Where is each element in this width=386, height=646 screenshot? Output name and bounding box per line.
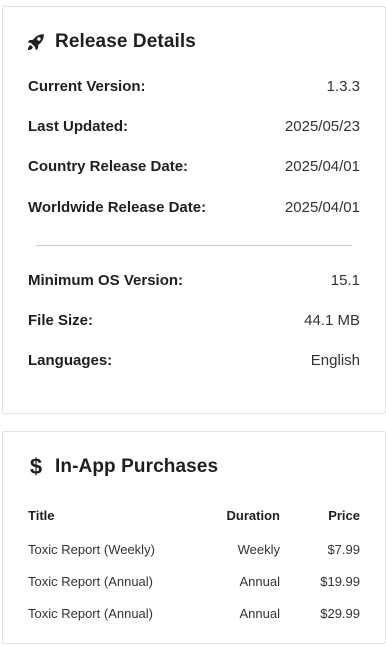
- detail-value: 2025/04/01: [284, 198, 360, 216]
- column-header-price: Price: [328, 507, 360, 523]
- cell-title: Toxic Report (Weekly): [28, 541, 155, 557]
- detail-row-country-release-date: Country Release Date: 2025/04/01: [28, 155, 360, 177]
- cell-duration: Weekly: [237, 541, 280, 557]
- detail-label: Country Release Date:: [28, 157, 189, 175]
- table-header-row: Title Duration Price: [28, 505, 360, 525]
- detail-row-languages: Languages: English: [28, 349, 360, 371]
- detail-value: 2025/04/01: [284, 157, 360, 175]
- cell-price: $29.99: [320, 605, 360, 621]
- release-details-header: Release Details: [25, 31, 196, 53]
- detail-row-current-version: Current Version: 1.3.3: [28, 75, 360, 97]
- detail-row-minimum-os-version: Minimum OS Version: 15.1: [28, 269, 360, 291]
- in-app-purchases-header: $ In-App Purchases: [25, 456, 218, 478]
- release-details-card: Release Details Current Version: 1.3.3 L…: [2, 6, 386, 414]
- cell-price: $7.99: [327, 541, 360, 557]
- rocket-icon: [25, 31, 47, 53]
- detail-label: Worldwide Release Date:: [28, 198, 207, 216]
- detail-label: Minimum OS Version:: [28, 271, 184, 289]
- detail-value: 15.1: [330, 271, 360, 289]
- table-row: Toxic Report (Annual) Annual $19.99: [28, 571, 360, 591]
- detail-label: Last Updated:: [28, 117, 129, 135]
- cell-price: $19.99: [320, 573, 360, 589]
- detail-value: 44.1 MB: [304, 311, 360, 329]
- detail-value: 1.3.3: [326, 77, 360, 95]
- detail-row-last-updated: Last Updated: 2025/05/23: [28, 115, 360, 137]
- cell-title: Toxic Report (Annual): [28, 573, 153, 589]
- detail-row-worldwide-release-date: Worldwide Release Date: 2025/04/01: [28, 196, 360, 218]
- detail-label: Languages:: [28, 351, 113, 369]
- in-app-purchases-title: In-App Purchases: [55, 456, 219, 477]
- cell-title: Toxic Report (Annual): [28, 605, 153, 621]
- detail-label: File Size:: [28, 311, 94, 329]
- section-divider: [36, 245, 352, 246]
- column-header-title: Title: [28, 507, 55, 523]
- detail-label: Current Version:: [28, 77, 146, 95]
- cell-duration: Annual: [239, 605, 280, 621]
- dollar-glyph: $: [29, 454, 43, 479]
- detail-value: 2025/05/23: [284, 117, 360, 135]
- cell-duration: Annual: [239, 573, 280, 589]
- detail-value: English: [310, 351, 360, 369]
- release-details-title: Release Details: [55, 31, 196, 52]
- column-header-duration: Duration: [226, 507, 280, 523]
- table-row: Toxic Report (Weekly) Weekly $7.99: [28, 539, 360, 559]
- in-app-purchases-card: $ In-App Purchases Title Duration Price …: [2, 431, 386, 644]
- detail-row-file-size: File Size: 44.1 MB: [28, 309, 360, 331]
- table-row: Toxic Report (Annual) Annual $29.99: [28, 603, 360, 623]
- dollar-icon: $: [25, 456, 47, 478]
